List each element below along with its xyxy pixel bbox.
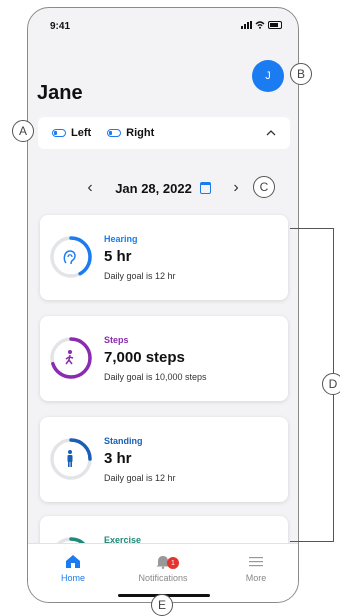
next-day-button[interactable]: ›	[229, 179, 243, 197]
date-navigator: ‹ Jan 28, 2022 ›	[83, 178, 243, 198]
calendar-icon[interactable]	[199, 182, 211, 194]
phone-frame: 9:41 J Jane Left Right ‹ Jan 28, 2022 › …	[27, 7, 299, 603]
card-goal: Daily goal is 10,000 steps	[104, 372, 207, 382]
status-bar: 9:41	[28, 8, 298, 42]
ear-icon	[63, 250, 76, 265]
activity-card[interactable]: Hearing 5 hr Daily goal is 12 hr	[40, 215, 288, 300]
walking-person-icon	[65, 350, 74, 365]
hearing-aid-icon	[52, 129, 66, 137]
card-goal: Daily goal is 12 hr	[104, 473, 176, 483]
notification-badge: 1	[167, 557, 179, 569]
tab-label: Home	[60, 573, 85, 583]
chevron-up-icon[interactable]	[266, 130, 276, 136]
tab-home[interactable]: Home	[38, 554, 108, 583]
card-value: 3 hr	[104, 450, 132, 467]
current-date: Jan 28, 2022	[115, 180, 192, 196]
tab-label: Notifications	[138, 573, 188, 583]
signal-icon	[241, 21, 252, 29]
status-icons	[241, 21, 282, 29]
tab-label: More	[245, 573, 267, 583]
left-label: Left	[71, 127, 92, 139]
callout-a: A	[12, 120, 34, 142]
avatar-initial: J	[265, 70, 271, 82]
tab-more[interactable]: More	[221, 554, 291, 583]
card-category: Hearing	[104, 234, 138, 244]
hearing-aid-selector[interactable]: Left Right	[38, 117, 290, 149]
callout-d: D	[322, 373, 340, 395]
home-icon	[66, 555, 80, 568]
left-hearing-aid[interactable]: Left	[52, 127, 91, 139]
card-goal: Daily goal is 12 hr	[104, 271, 176, 281]
callout-c: C	[253, 176, 275, 198]
status-time: 9:41	[50, 21, 71, 32]
menu-icon	[249, 557, 263, 567]
battery-icon	[268, 21, 282, 29]
right-label: Right	[126, 127, 155, 139]
card-category: Standing	[104, 436, 143, 446]
hearing-aid-icon	[107, 129, 122, 137]
card-value: 5 hr	[104, 248, 132, 265]
card-category: Steps	[104, 335, 129, 345]
right-hearing-aid[interactable]: Right	[107, 127, 154, 139]
standing-person-icon	[67, 450, 73, 467]
card-value: 7,000 steps	[104, 349, 185, 366]
page-title: Jane	[37, 82, 83, 104]
activity-card[interactable]: Steps 7,000 steps Daily goal is 10,000 s…	[40, 316, 288, 401]
tab-notifications[interactable]: 1 Notifications	[128, 554, 198, 583]
callout-b: B	[290, 63, 312, 85]
callout-e: E	[151, 594, 173, 616]
wifi-icon	[255, 21, 265, 29]
previous-day-button[interactable]: ‹	[83, 179, 97, 197]
activity-card[interactable]: Standing 3 hr Daily goal is 12 hr	[40, 417, 288, 502]
avatar[interactable]: J	[252, 60, 284, 92]
